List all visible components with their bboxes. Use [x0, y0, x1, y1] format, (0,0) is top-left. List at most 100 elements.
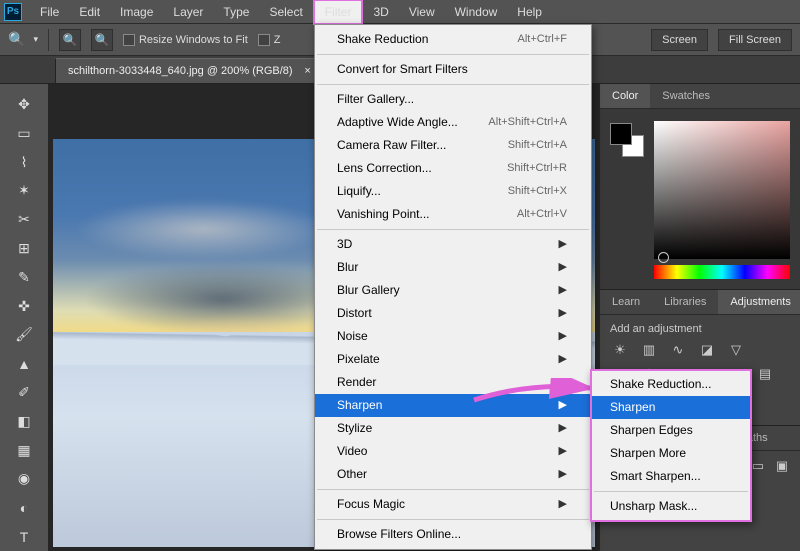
menu-edit[interactable]: Edit: [69, 1, 110, 23]
zoom-all-checkbox[interactable]: Z: [258, 34, 281, 46]
image-cloud: [73, 199, 333, 259]
zoom-out-button[interactable]: 🔍: [91, 29, 113, 51]
filter-category-sharpen[interactable]: Sharpen▶: [315, 394, 591, 417]
exposure-icon[interactable]: ◪: [697, 341, 717, 359]
brightness-icon[interactable]: ☀: [610, 341, 630, 359]
marquee-tool[interactable]: ▭: [9, 121, 39, 146]
blur-tool[interactable]: ◉: [9, 467, 39, 492]
menu-label: Noise: [337, 328, 368, 345]
filter-category-stylize[interactable]: Stylize▶: [315, 417, 591, 440]
submenu-arrow-icon: ▶: [559, 420, 567, 437]
filter-category-distort[interactable]: Distort▶: [315, 302, 591, 325]
filter-category-pixelate[interactable]: Pixelate▶: [315, 348, 591, 371]
filter-category-blur[interactable]: Blur▶: [315, 256, 591, 279]
filter-convert-smart[interactable]: Convert for Smart Filters: [315, 58, 591, 81]
filter-category-video[interactable]: Video▶: [315, 440, 591, 463]
menu-image[interactable]: Image: [110, 1, 163, 23]
menu-select[interactable]: Select: [259, 1, 312, 23]
history-brush-tool[interactable]: ✐: [9, 380, 39, 405]
dodge-tool[interactable]: ◐: [9, 495, 39, 520]
menu-filter[interactable]: Filter: [313, 0, 364, 25]
resize-windows-checkbox[interactable]: Resize Windows to Fit: [123, 34, 248, 46]
menu-label: 3D: [337, 236, 352, 253]
move-tool[interactable]: ✥: [9, 92, 39, 117]
submenu-sharpen[interactable]: Sharpen: [592, 396, 750, 419]
type-tool[interactable]: T: [9, 524, 39, 549]
filter-category-other[interactable]: Other▶: [315, 463, 591, 486]
menu-type[interactable]: Type: [213, 1, 259, 23]
hue-slider[interactable]: [654, 265, 790, 279]
document-tab[interactable]: schilthorn-3033448_640.jpg @ 200% (RGB/8…: [55, 58, 327, 83]
filter-browse-online[interactable]: Browse Filters Online...: [315, 523, 591, 546]
filter-item[interactable]: Adaptive Wide Angle...Alt+Shift+Ctrl+A: [315, 111, 591, 134]
submenu-sharpen-edges[interactable]: Sharpen Edges: [592, 419, 750, 442]
crop-tool[interactable]: ✂: [9, 207, 39, 232]
submenu-shake-reduction[interactable]: Shake Reduction...: [592, 373, 750, 396]
menu-label: Camera Raw Filter...: [337, 137, 446, 154]
close-icon[interactable]: ×: [302, 65, 314, 77]
menu-help[interactable]: Help: [507, 1, 552, 23]
menu-shortcut: Shift+Ctrl+X: [508, 183, 567, 200]
foreground-color-swatch[interactable]: [610, 123, 632, 145]
filter-category-3d[interactable]: 3D▶: [315, 233, 591, 256]
filter-item[interactable]: Camera Raw Filter...Shift+Ctrl+A: [315, 134, 591, 157]
lasso-tool[interactable]: ⌇: [9, 150, 39, 175]
filter-category-blur-gallery[interactable]: Blur Gallery▶: [315, 279, 591, 302]
filter-item[interactable]: Vanishing Point...Alt+Ctrl+V: [315, 203, 591, 226]
lookup-icon[interactable]: ▤: [755, 365, 775, 383]
eraser-tool[interactable]: ◧: [9, 409, 39, 434]
menu-file[interactable]: File: [30, 1, 69, 23]
zoom-in-button[interactable]: 🔍: [59, 29, 81, 51]
submenu-unsharp-mask[interactable]: Unsharp Mask...: [592, 495, 750, 518]
filter-focus-magic[interactable]: Focus Magic ▶: [315, 493, 591, 516]
filter-item[interactable]: Lens Correction...Shift+Ctrl+R: [315, 157, 591, 180]
checkbox-icon: [258, 34, 270, 46]
filter-category-noise[interactable]: Noise▶: [315, 325, 591, 348]
stamp-tool[interactable]: ▲: [9, 351, 39, 376]
tool-preset-picker[interactable]: 🔍 ▾: [8, 31, 38, 48]
tab-learn[interactable]: Learn: [600, 290, 652, 314]
filter-item[interactable]: Liquify...Shift+Ctrl+X: [315, 180, 591, 203]
sharpen-submenu: Shake Reduction...SharpenSharpen EdgesSh…: [590, 369, 752, 522]
color-panel-tabs: Color Swatches: [600, 84, 800, 109]
filter-last-used[interactable]: Shake Reduction Alt+Ctrl+F: [315, 28, 591, 51]
tab-libraries[interactable]: Libraries: [652, 290, 718, 314]
menu-window[interactable]: Window: [445, 1, 508, 23]
brush-tool[interactable]: 🖌: [9, 323, 39, 348]
document-title: schilthorn-3033448_640.jpg @ 200% (RGB/8…: [68, 65, 293, 77]
eyedropper-tool[interactable]: ✎: [9, 265, 39, 290]
gradient-tool[interactable]: ▦: [9, 438, 39, 463]
healing-tool[interactable]: ✜: [9, 294, 39, 319]
tab-color[interactable]: Color: [600, 84, 650, 108]
zoom-in-icon: 🔍: [62, 33, 77, 47]
zoom-icon: 🔍: [8, 31, 25, 48]
fg-bg-swatch[interactable]: [610, 123, 644, 157]
submenu-arrow-icon: ▶: [559, 397, 567, 414]
filter-smart-icon[interactable]: ▣: [774, 457, 790, 475]
submenu-sharpen-more[interactable]: Sharpen More: [592, 442, 750, 465]
fill-screen-button[interactable]: Fill Screen: [718, 29, 792, 51]
menu-layer[interactable]: Layer: [163, 1, 213, 23]
levels-icon[interactable]: ▥: [639, 341, 659, 359]
quick-select-tool[interactable]: ✶: [9, 178, 39, 203]
frame-tool[interactable]: ⊞: [9, 236, 39, 261]
separator: [317, 54, 589, 55]
color-field[interactable]: [654, 121, 790, 259]
vibrance-icon[interactable]: ▽: [726, 341, 746, 359]
menu-label: Blur Gallery: [337, 282, 400, 299]
filter-item[interactable]: Filter Gallery...: [315, 88, 591, 111]
submenu-arrow-icon: ▶: [559, 259, 567, 276]
tab-swatches[interactable]: Swatches: [650, 84, 722, 108]
tools-panel: ✥ ▭ ⌇ ✶ ✂ ⊞ ✎ ✜ 🖌 ▲ ✐ ◧ ▦ ◉ ◐ T: [0, 84, 48, 551]
separator: [317, 519, 589, 520]
curves-icon[interactable]: ∿: [668, 341, 688, 359]
menu-view[interactable]: View: [399, 1, 445, 23]
filter-shape-icon[interactable]: ▭: [750, 457, 766, 475]
resize-windows-label: Resize Windows to Fit: [139, 34, 248, 46]
menu-3d[interactable]: 3D: [363, 1, 398, 23]
submenu-smart-sharpen[interactable]: Smart Sharpen...: [592, 465, 750, 488]
tab-adjustments[interactable]: Adjustments: [718, 290, 800, 314]
fit-screen-button[interactable]: Screen: [651, 29, 708, 51]
menu-label: Lens Correction...: [337, 160, 432, 177]
filter-category-render[interactable]: Render▶: [315, 371, 591, 394]
